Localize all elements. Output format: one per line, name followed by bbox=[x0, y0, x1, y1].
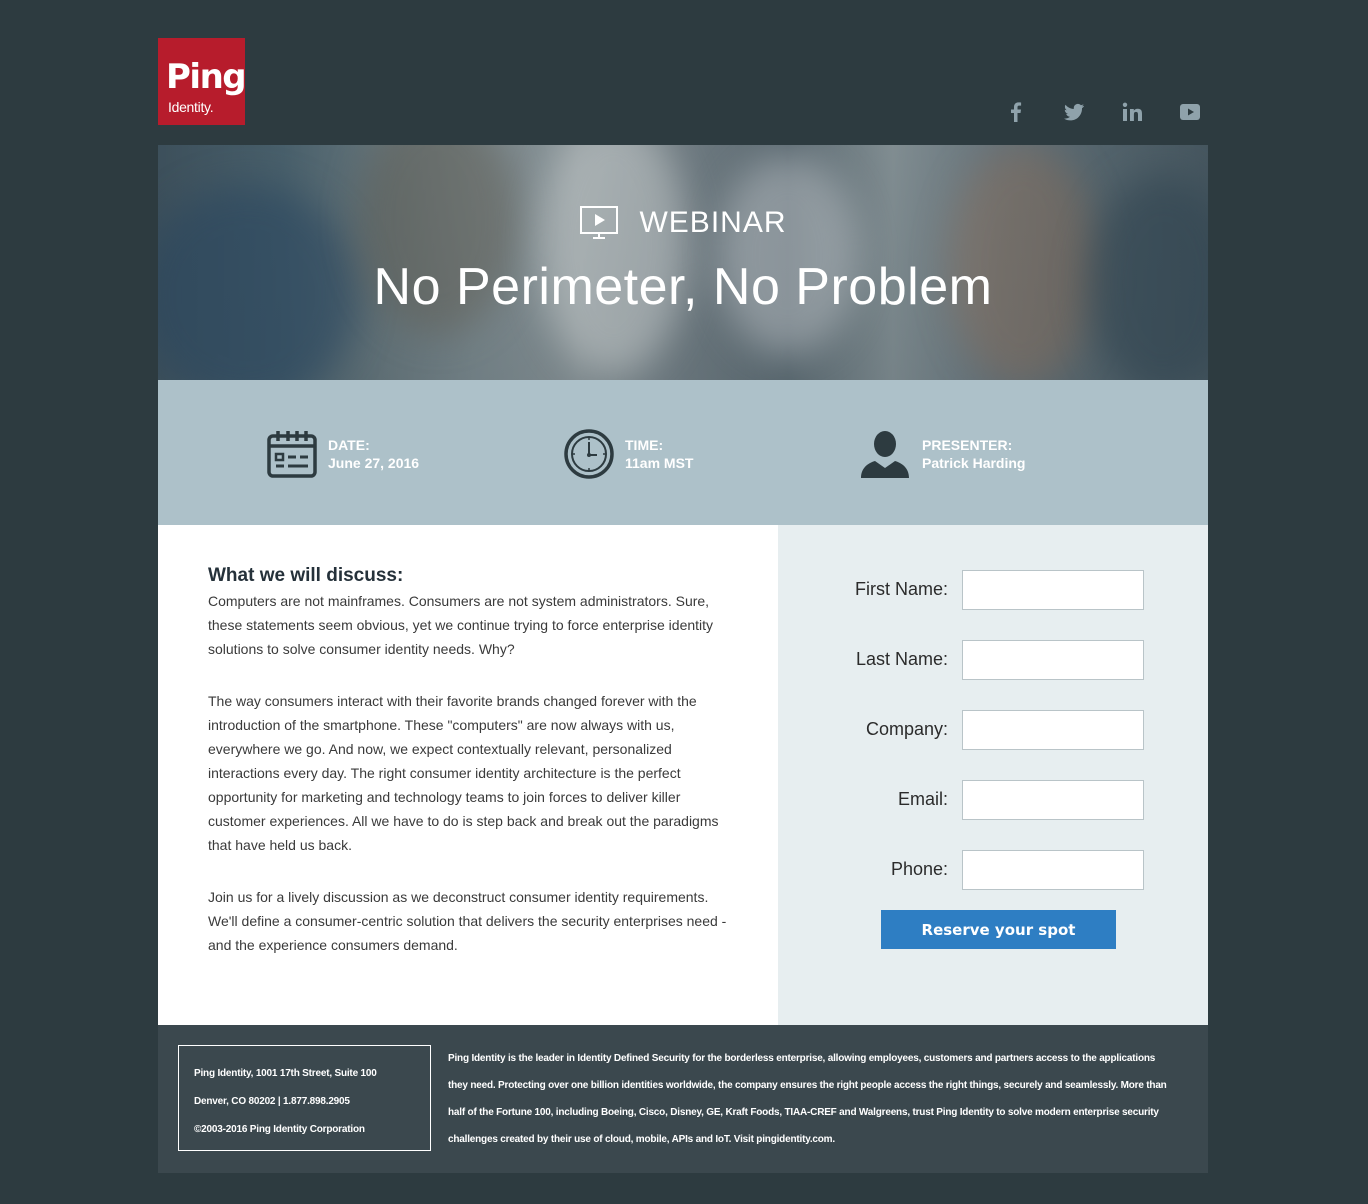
footer: Ping Identity, 1001 17th Street, Suite 1… bbox=[158, 1025, 1208, 1173]
phone-field[interactable] bbox=[962, 850, 1144, 890]
presenter-value: Patrick Harding bbox=[922, 455, 1026, 471]
event-date-text: DATE: June 27, 2016 bbox=[328, 436, 419, 472]
description-paragraph: Computers are not mainframes. Consumers … bbox=[208, 593, 714, 657]
event-info-band: DATE: June 27, 2016 TIME: 11am MST PRESE… bbox=[158, 380, 1208, 525]
hero-label-text: WEBINAR bbox=[639, 206, 787, 239]
presenter-label: PRESENTER: bbox=[922, 437, 1013, 453]
company-field[interactable] bbox=[962, 710, 1144, 750]
time-label: TIME: bbox=[625, 437, 664, 453]
event-time: TIME: 11am MST bbox=[563, 428, 693, 480]
company-row: Company: bbox=[778, 710, 1208, 750]
footer-address: Ping Identity, 1001 17th Street, Suite 1… bbox=[178, 1045, 431, 1151]
hero-banner: WEBINAR No Perimeter, No Problem bbox=[158, 145, 1208, 380]
registration-form: First Name: Last Name: Company: Email: P… bbox=[778, 525, 1208, 1025]
description-paragraph: The way consumers interact with their fa… bbox=[208, 693, 719, 853]
ping-identity-logo[interactable]: Ping Identity. bbox=[158, 38, 247, 125]
address-line: Ping Identity, 1001 17th Street, Suite 1… bbox=[194, 1068, 377, 1079]
email-row: Email: bbox=[778, 780, 1208, 820]
first-name-field[interactable] bbox=[962, 570, 1144, 610]
email-label: Email: bbox=[897, 789, 948, 809]
event-presenter-text: PRESENTER: Patrick Harding bbox=[922, 436, 1025, 472]
description-heading: What we will discuss: bbox=[208, 565, 404, 586]
date-label: DATE: bbox=[328, 437, 370, 453]
youtube-icon[interactable] bbox=[1178, 100, 1202, 124]
time-value: 11am MST bbox=[625, 455, 694, 471]
last-name-label: Last Name: bbox=[855, 649, 948, 669]
linkedin-icon[interactable] bbox=[1120, 100, 1144, 124]
phone-row: Phone: bbox=[778, 850, 1208, 890]
person-icon bbox=[858, 428, 912, 480]
event-time-text: TIME: 11am MST bbox=[625, 436, 693, 472]
last-name-field[interactable] bbox=[962, 640, 1144, 680]
address-line: Denver, CO 80202 | 1.877.898.2905 bbox=[194, 1096, 350, 1107]
clock-icon bbox=[563, 428, 615, 480]
first-name-label: First Name: bbox=[854, 579, 948, 599]
email-field[interactable] bbox=[962, 780, 1144, 820]
phone-label: Phone: bbox=[890, 859, 948, 879]
monitor-play-icon bbox=[579, 203, 619, 243]
first-name-row: First Name: bbox=[778, 570, 1208, 610]
social-links bbox=[1004, 100, 1202, 124]
event-presenter: PRESENTER: Patrick Harding bbox=[858, 428, 1025, 480]
date-value: June 27, 2016 bbox=[328, 455, 420, 471]
page: Ping Identity. WEBINAR No Perimeter, No … bbox=[0, 0, 1368, 1204]
last-name-row: Last Name: bbox=[778, 640, 1208, 680]
copyright: ©2003-2016 Ping Identity Corporation bbox=[194, 1124, 365, 1135]
hero-photo-shape bbox=[718, 155, 858, 355]
page-title: No Perimeter, No Problem bbox=[373, 258, 993, 316]
logo-text: Ping bbox=[166, 57, 247, 97]
facebook-icon[interactable] bbox=[1004, 100, 1028, 124]
footer-about: Ping Identity is the leader in Identity … bbox=[448, 1053, 1167, 1145]
event-date: DATE: June 27, 2016 bbox=[266, 428, 419, 480]
twitter-icon[interactable] bbox=[1062, 100, 1086, 124]
webinar-description: What we will discuss: Computers are not … bbox=[158, 525, 778, 1025]
hero-label: WEBINAR bbox=[158, 203, 1208, 243]
logo-subtext: Identity. bbox=[168, 99, 214, 115]
calendar-icon bbox=[266, 428, 318, 480]
description-paragraph: Join us for a lively discussion as we de… bbox=[208, 889, 727, 953]
company-label: Company: bbox=[865, 719, 948, 739]
reserve-spot-button[interactable]: Reserve your spot bbox=[881, 910, 1116, 949]
